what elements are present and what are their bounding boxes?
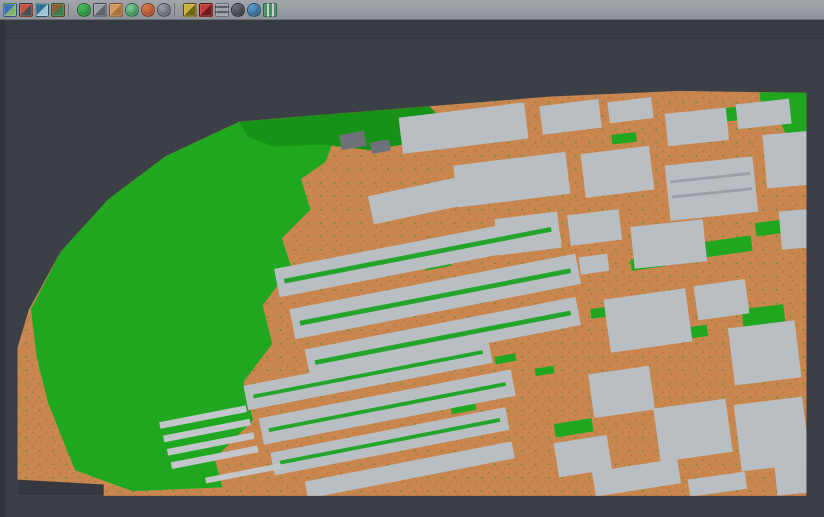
application-window bbox=[0, 0, 824, 517]
histogram-icon[interactable] bbox=[263, 3, 277, 17]
toolbar-separator bbox=[174, 3, 180, 17]
ground-icon[interactable] bbox=[109, 3, 123, 17]
main-toolbar bbox=[0, 0, 824, 20]
point-cloud-scene bbox=[0, 22, 824, 517]
globe-icon[interactable] bbox=[125, 3, 139, 17]
terrain-icon[interactable] bbox=[51, 3, 65, 17]
open-file-icon[interactable] bbox=[19, 3, 33, 17]
render-globe-icon[interactable] bbox=[247, 3, 261, 17]
classification-icon[interactable] bbox=[141, 3, 155, 17]
toolbar-separator bbox=[68, 3, 74, 17]
building-icon[interactable] bbox=[93, 3, 107, 17]
vegetation-icon[interactable] bbox=[77, 3, 91, 17]
sphere-icon[interactable] bbox=[231, 3, 245, 17]
measure-icon[interactable] bbox=[183, 3, 197, 17]
settings-gear-icon[interactable] bbox=[157, 3, 171, 17]
3d-viewport[interactable] bbox=[0, 20, 824, 517]
delete-icon[interactable] bbox=[199, 3, 213, 17]
grid-icon[interactable] bbox=[215, 3, 229, 17]
viewport-left-edge bbox=[0, 20, 5, 517]
layers-icon[interactable] bbox=[3, 3, 17, 17]
save-icon[interactable] bbox=[35, 3, 49, 17]
